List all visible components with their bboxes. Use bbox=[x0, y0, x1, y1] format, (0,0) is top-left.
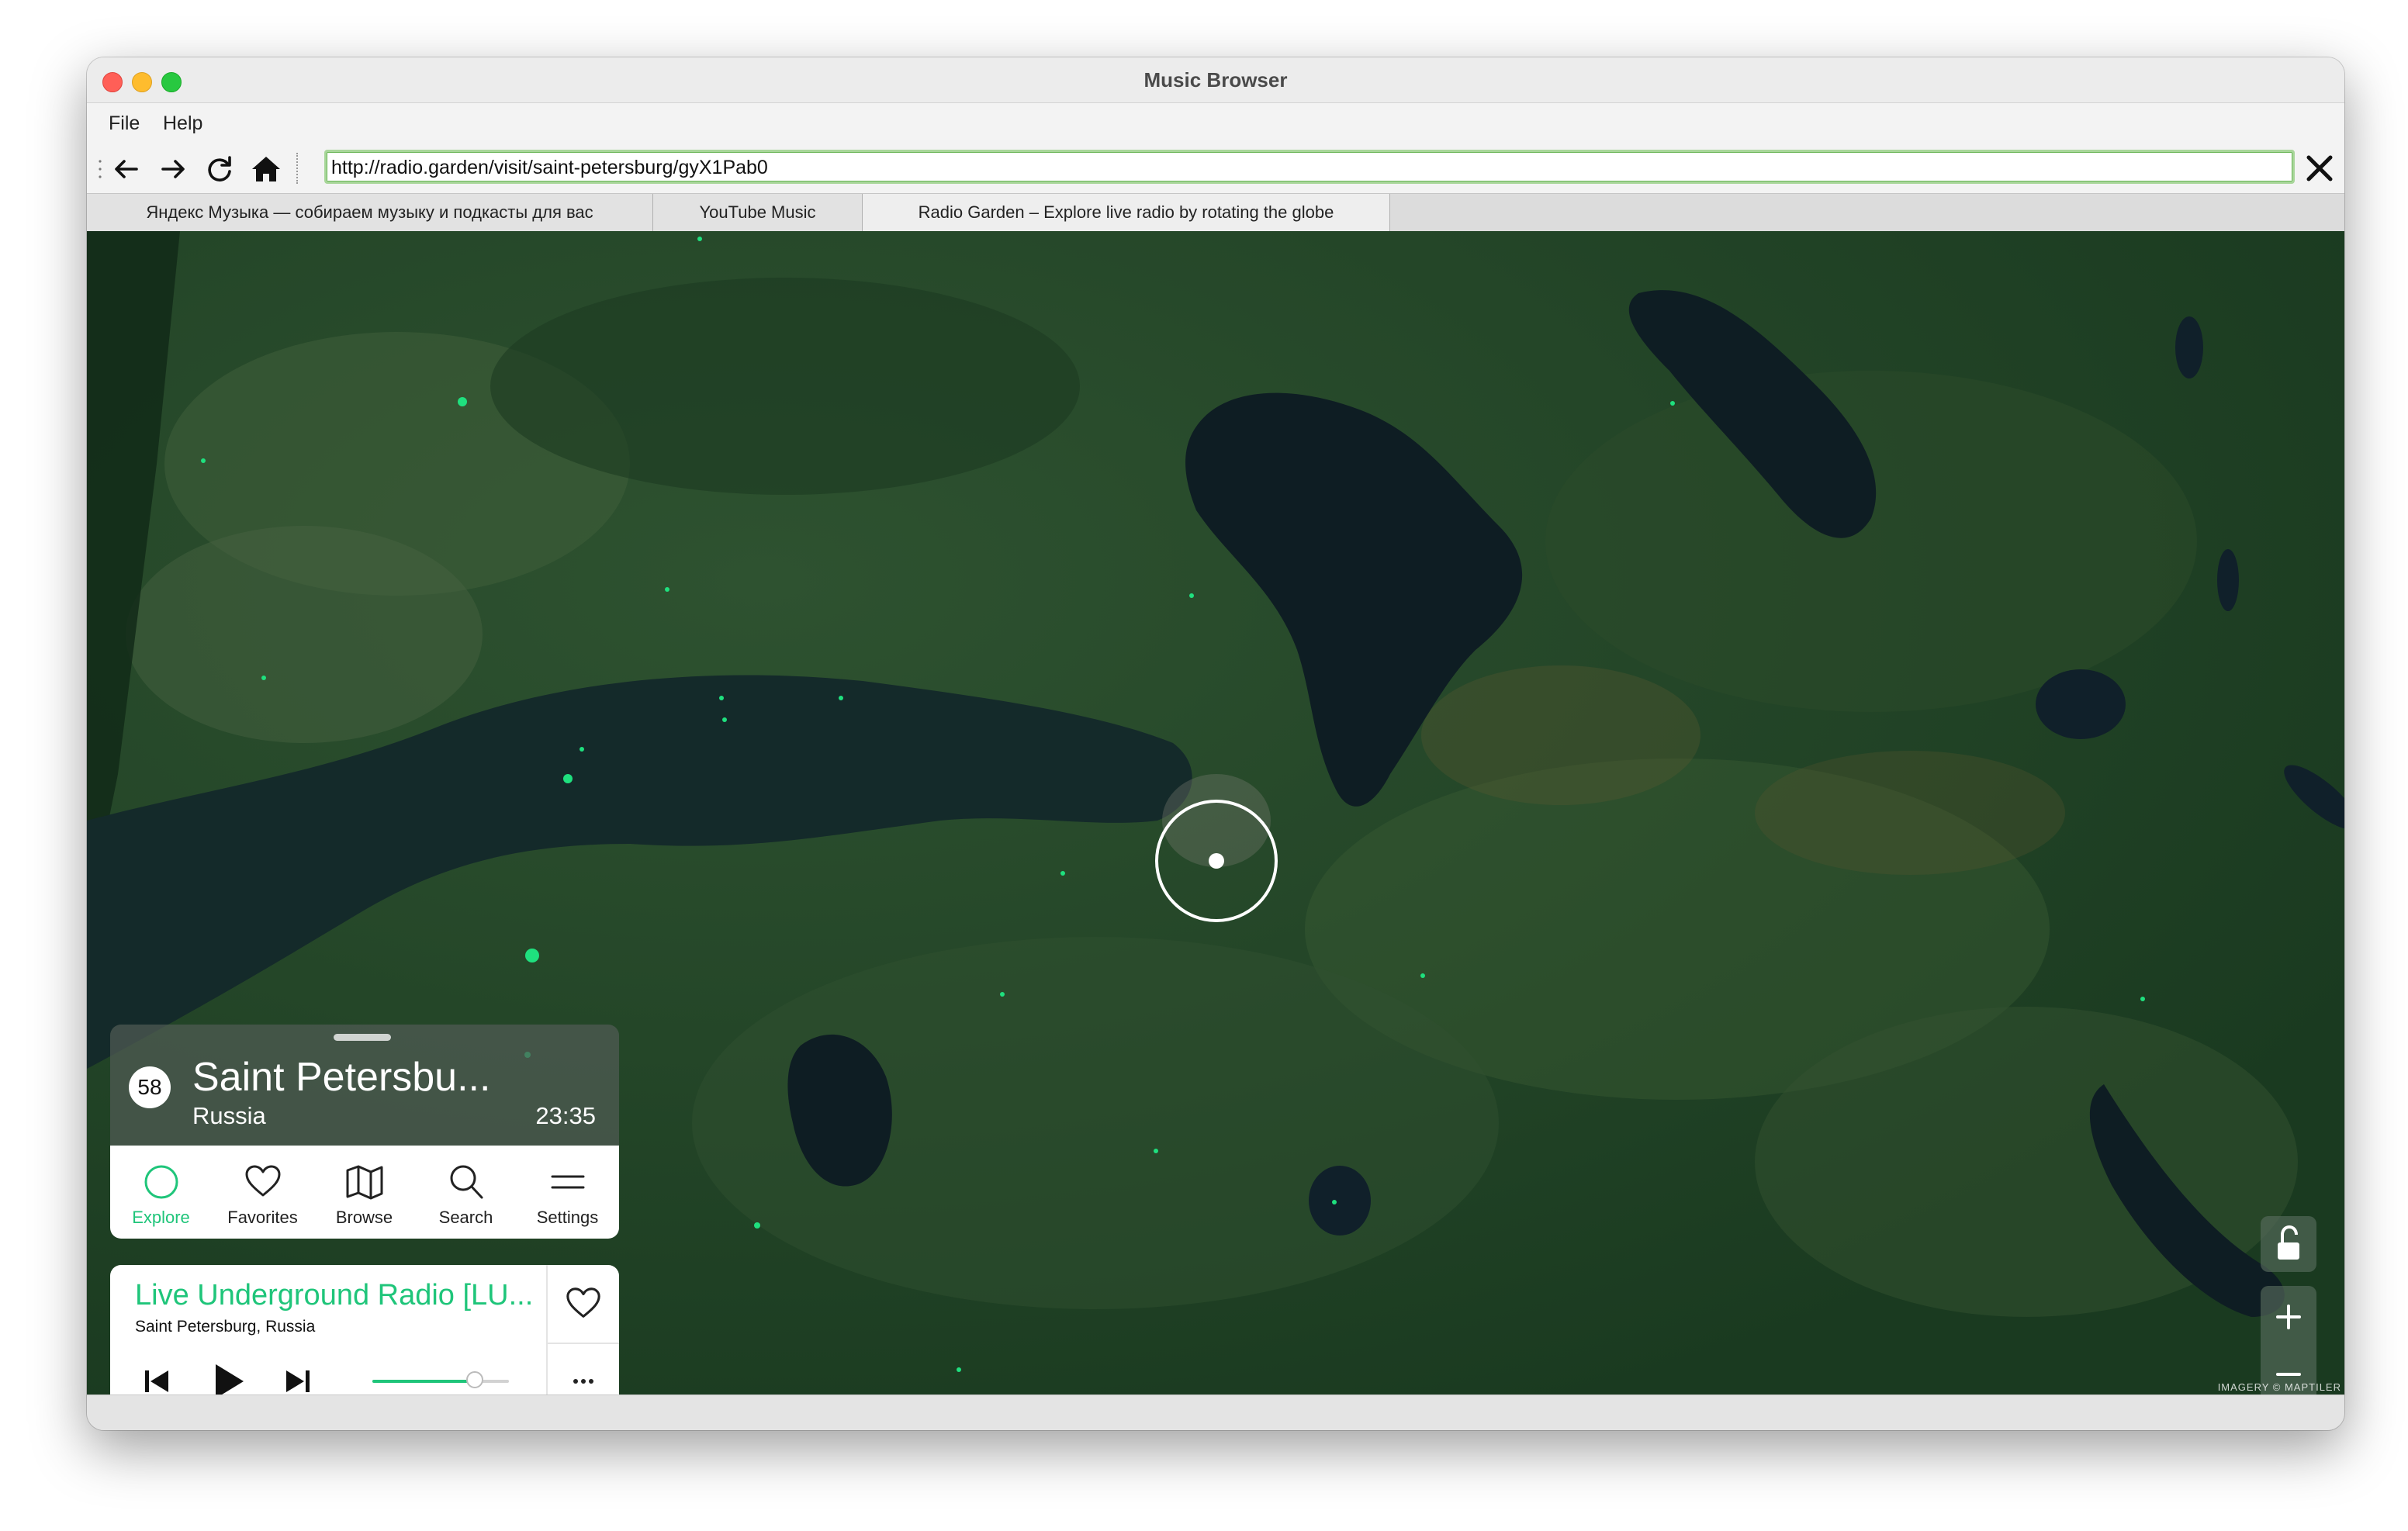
more-options-button[interactable] bbox=[565, 1366, 602, 1394]
nav-favorites-label: Favorites bbox=[227, 1208, 298, 1227]
player-divider bbox=[546, 1265, 548, 1394]
nav-settings-label: Settings bbox=[536, 1208, 599, 1227]
close-url-button[interactable] bbox=[2304, 153, 2335, 184]
status-bar bbox=[87, 1394, 2344, 1430]
station-location: Saint Petersburg, Russia bbox=[135, 1318, 316, 1336]
arrow-right-icon bbox=[161, 160, 185, 178]
window-title: Music Browser bbox=[1143, 68, 1288, 92]
tab-radio-garden[interactable]: Radio Garden – Explore live radio by rot… bbox=[863, 194, 1390, 231]
lock-rotation-button[interactable] bbox=[2261, 1216, 2316, 1272]
previous-button[interactable] bbox=[141, 1366, 172, 1394]
skip-next-icon bbox=[286, 1370, 310, 1392]
tab-bar: Яндекс Музыка — собираем музыку и подкас… bbox=[87, 193, 2344, 232]
volume-slider[interactable] bbox=[372, 1371, 509, 1388]
arrow-left-icon bbox=[115, 160, 138, 178]
favorite-station-button[interactable] bbox=[565, 1285, 602, 1322]
heart-icon bbox=[566, 1287, 600, 1318]
country-name: Russia bbox=[192, 1102, 266, 1129]
browser-window: Music Browser File Help http://radio.gar… bbox=[87, 57, 2344, 1430]
nav-search-label: Search bbox=[438, 1208, 493, 1227]
back-button[interactable] bbox=[109, 151, 144, 187]
nav-browse-label: Browse bbox=[335, 1208, 393, 1227]
bottom-navigation: Explore Favorites Browse Search Settings bbox=[110, 1146, 619, 1239]
explore-circle-icon bbox=[144, 1165, 178, 1199]
play-icon bbox=[216, 1364, 244, 1394]
title-bar: Music Browser bbox=[87, 57, 2344, 103]
play-button[interactable] bbox=[208, 1361, 248, 1394]
more-dots-icon bbox=[573, 1379, 593, 1384]
menu-icon bbox=[551, 1175, 585, 1189]
home-icon bbox=[252, 157, 280, 181]
unlock-icon bbox=[2278, 1225, 2299, 1260]
toolbar-grip-icon[interactable] bbox=[98, 157, 102, 181]
nav-favorites[interactable]: Favorites bbox=[212, 1146, 313, 1239]
next-button[interactable] bbox=[282, 1366, 313, 1394]
home-button[interactable] bbox=[248, 151, 284, 187]
volume-fill bbox=[372, 1380, 475, 1383]
local-time: 23:35 bbox=[535, 1102, 596, 1129]
map-icon bbox=[346, 1165, 383, 1200]
volume-knob[interactable] bbox=[466, 1371, 483, 1388]
reload-button[interactable] bbox=[202, 151, 237, 187]
heart-icon bbox=[245, 1165, 281, 1197]
tab-youtube-music[interactable]: YouTube Music bbox=[653, 194, 863, 231]
drag-handle[interactable] bbox=[334, 1034, 391, 1041]
zoom-in-button[interactable] bbox=[2261, 1286, 2316, 1344]
forward-button[interactable] bbox=[155, 151, 191, 187]
search-icon bbox=[450, 1165, 483, 1199]
player-divider bbox=[546, 1343, 619, 1344]
navigation-toolbar: http://radio.garden/visit/saint-petersbu… bbox=[87, 143, 2344, 193]
menu-help[interactable]: Help bbox=[163, 112, 202, 135]
city-card[interactable]: 58 Saint Petersbu... Russia 23:35 bbox=[110, 1025, 619, 1146]
tab-yandex-music[interactable]: Яндекс Музыка — собираем музыку и подкас… bbox=[87, 194, 653, 231]
nav-settings[interactable]: Settings bbox=[517, 1146, 618, 1239]
player-panel: Live Underground Radio [LU... Saint Pete… bbox=[110, 1265, 619, 1394]
radio-garden-page: 58 Saint Petersbu... Russia 23:35 Explor… bbox=[87, 231, 2344, 1394]
map-attribution[interactable]: IMAGERY © MAPTILER bbox=[2218, 1381, 2341, 1393]
menu-bar: File Help bbox=[87, 103, 2344, 143]
nav-browse[interactable]: Browse bbox=[313, 1146, 415, 1239]
reload-icon bbox=[208, 156, 231, 181]
toolbar-separator bbox=[296, 153, 299, 184]
nav-explore[interactable]: Explore bbox=[110, 1146, 212, 1239]
nav-search[interactable]: Search bbox=[415, 1146, 517, 1239]
skip-previous-icon bbox=[145, 1370, 168, 1392]
station-count-badge: 58 bbox=[129, 1066, 171, 1108]
nav-explore-label: Explore bbox=[132, 1208, 190, 1227]
menu-file[interactable]: File bbox=[109, 112, 140, 135]
city-name[interactable]: Saint Petersbu... bbox=[192, 1054, 490, 1101]
url-input[interactable]: http://radio.garden/visit/saint-petersbu… bbox=[324, 150, 2295, 184]
station-name[interactable]: Live Underground Radio [LU... bbox=[135, 1279, 546, 1312]
close-icon bbox=[2306, 155, 2333, 181]
